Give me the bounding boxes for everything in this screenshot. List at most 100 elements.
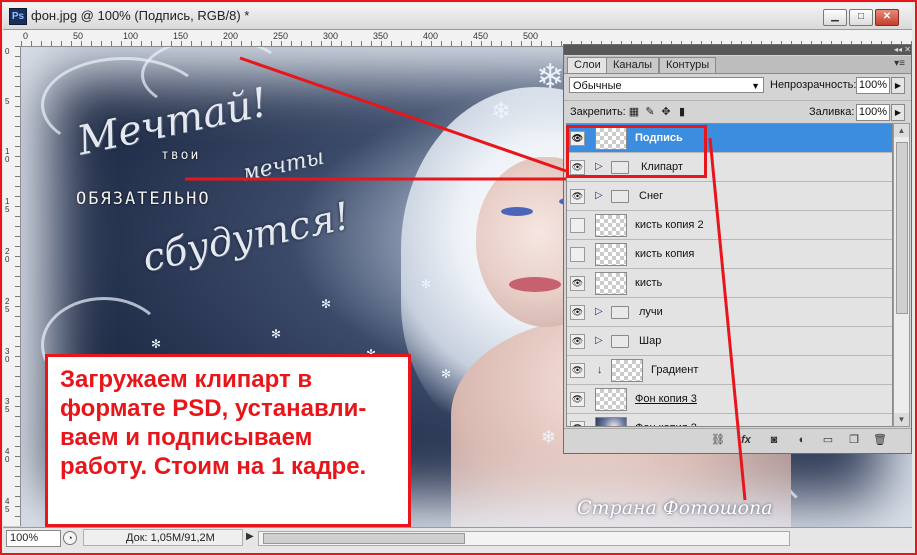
eye-icon[interactable]: 👁 [570, 189, 585, 204]
eye-icon[interactable]: 👁 [570, 392, 585, 407]
adjustment-icon[interactable]: ◐ [794, 433, 810, 447]
group-icon[interactable]: ▭ [820, 433, 836, 447]
snowflake-icon: ✻ [421, 277, 432, 291]
layer-row[interactable]: 👁 кисть копия 2 [567, 211, 892, 240]
info-icon[interactable]: ◔ [63, 531, 77, 545]
eye-icon[interactable]: 👁 [570, 305, 585, 320]
layer-row[interactable]: 👁 Фон копия 3 [567, 385, 892, 414]
expand-arrow-icon[interactable]: ▷ [595, 306, 603, 317]
blend-mode-value: Обычные [573, 80, 622, 92]
minimize-button[interactable]: ▁ [823, 9, 847, 26]
document-title: фон.jpg @ 100% (Подпись, RGB/8) * [31, 8, 250, 23]
ruler-tick-label: 0 [23, 31, 29, 41]
ruler-tick-label: 4 5 [5, 497, 10, 514]
fill-label: Заливка: [809, 106, 855, 118]
scroll-up-icon[interactable]: ▲ [894, 124, 909, 137]
fill-field[interactable]: 100% [856, 104, 890, 121]
tab-channels[interactable]: Каналы [606, 57, 660, 73]
layers-scrollbar[interactable]: ▲ ▼ [893, 123, 910, 427]
layer-row[interactable]: 👁 ▷ Снег [567, 182, 892, 211]
woman-eye [501, 207, 533, 216]
caption-line: работу. Стоим на 1 кадре. [60, 453, 367, 480]
clipping-icon: ↓ [597, 364, 603, 376]
layer-name: кисть [635, 277, 663, 289]
layer-row[interactable]: 👁 ▷ Шар [567, 327, 892, 356]
maximize-button[interactable]: □ [849, 9, 873, 26]
snowflake-icon: ❄ [541, 427, 557, 447]
close-button[interactable]: ✕ [875, 9, 899, 26]
lock-transparency-icon[interactable]: ▦ [628, 106, 640, 118]
ruler-tick-label: 350 [373, 31, 389, 41]
tab-paths[interactable]: Контуры [659, 57, 717, 73]
zoom-field[interactable]: 100% [6, 530, 61, 547]
eye-icon[interactable]: 👁 [570, 218, 585, 233]
blend-mode-select[interactable]: Обычные ▼ [569, 77, 764, 93]
opacity-label: Непрозрачность: [770, 79, 857, 91]
layer-row[interactable]: 👁 ▷ лучи [567, 298, 892, 327]
eye-icon[interactable]: 👁 [570, 334, 585, 349]
opacity-field[interactable]: 100% [856, 77, 890, 94]
trash-icon[interactable]: 🗑 [872, 433, 888, 447]
chevron-down-icon: ▼ [751, 81, 760, 91]
layer-name: Шар [639, 335, 662, 347]
layer-thumbnail [595, 272, 627, 295]
blend-row: Обычные ▼ Непрозрачность: 100% ▶ [564, 74, 911, 98]
fx-icon[interactable]: fx [738, 433, 754, 447]
panel-menu-icon[interactable]: ▾≡ [894, 58, 905, 69]
eye-icon[interactable]: 👁 [570, 363, 585, 378]
panel-tabs: Слои Каналы Контуры ▾≡ [564, 56, 911, 74]
status-bar: 100% ◔ Док: 1,05M/91,2M ▶ [3, 527, 912, 549]
layer-name: Фон копия 2 [635, 422, 697, 426]
expand-arrow-icon[interactable]: ▷ [595, 190, 603, 201]
layer-row[interactable]: 👁 кисть [567, 269, 892, 298]
eye-icon[interactable]: 👁 [570, 421, 585, 426]
scroll-down-icon[interactable]: ▼ [894, 413, 909, 426]
ruler-tick-label: 200 [223, 31, 239, 41]
layer-row[interactable]: 👁 Фон копия 2 [567, 414, 892, 426]
eye-icon[interactable]: 👁 [570, 276, 585, 291]
scrollbar-thumb[interactable] [896, 142, 908, 314]
ruler-tick-label: 0 [5, 47, 10, 56]
layer-thumbnail [595, 417, 627, 426]
scrollbar-thumb[interactable] [263, 533, 465, 544]
layers-panel: ◂◂ ✕ Слои Каналы Контуры ▾≡ Обычные ▼ Не… [563, 44, 912, 454]
caption-line: формате PSD, устанавли- [60, 395, 367, 422]
layer-thumbnail [611, 359, 643, 382]
folder-icon [611, 306, 629, 319]
folder-icon [611, 335, 629, 348]
horizontal-scrollbar[interactable] [258, 531, 790, 546]
lock-position-icon[interactable]: ✥ [660, 106, 672, 118]
title-bar[interactable]: Ps фон.jpg @ 100% (Подпись, RGB/8) * ▁ □… [3, 3, 912, 30]
ruler-tick-label: 100 [123, 31, 139, 41]
new-layer-icon[interactable]: ❐ [846, 433, 862, 447]
ruler-tick-label: 250 [273, 31, 289, 41]
panel-header[interactable]: ◂◂ ✕ [564, 45, 911, 55]
document-info[interactable]: Док: 1,05M/91,2M [83, 529, 243, 546]
ruler-tick-label: 400 [423, 31, 439, 41]
ruler-tick-label: 1 5 [5, 197, 10, 214]
expand-arrow-icon[interactable]: ▷ [595, 335, 603, 346]
layer-thumbnail [595, 388, 627, 411]
eye-icon[interactable]: 👁 [570, 247, 585, 262]
mask-icon[interactable]: ◙ [766, 433, 782, 447]
vertical-ruler[interactable]: 0 5 1 0 1 5 2 0 2 5 3 0 3 5 4 0 4 5 [3, 46, 21, 526]
folder-icon [611, 190, 629, 203]
photoshop-icon: Ps [9, 8, 27, 25]
link-layers-icon[interactable]: ⛓ [710, 433, 726, 447]
snowflake-icon: ❄ [491, 98, 512, 125]
layer-name: лучи [639, 306, 663, 318]
ruler-origin[interactable] [3, 30, 22, 47]
lock-pixels-icon[interactable]: ✎ [644, 106, 656, 118]
tab-layers[interactable]: Слои [567, 57, 608, 73]
fill-arrow-icon[interactable]: ▶ [891, 104, 905, 121]
snowflake-icon: ✻ [271, 327, 282, 341]
layer-row[interactable]: 👁 кисть копия [567, 240, 892, 269]
ruler-tick-label: 450 [473, 31, 489, 41]
opacity-arrow-icon[interactable]: ▶ [891, 77, 905, 94]
ruler-tick-label: 5 [5, 97, 10, 106]
layer-row[interactable]: 👁 ↓ Градиент [567, 356, 892, 385]
annotation-highlight-box [566, 125, 707, 178]
status-menu-arrow-icon[interactable]: ▶ [246, 531, 254, 542]
lock-row: Закрепить: ▦ ✎ ✥ ▮ Заливка: 100% ▶ [564, 100, 911, 123]
lock-all-icon[interactable]: ▮ [676, 106, 688, 118]
